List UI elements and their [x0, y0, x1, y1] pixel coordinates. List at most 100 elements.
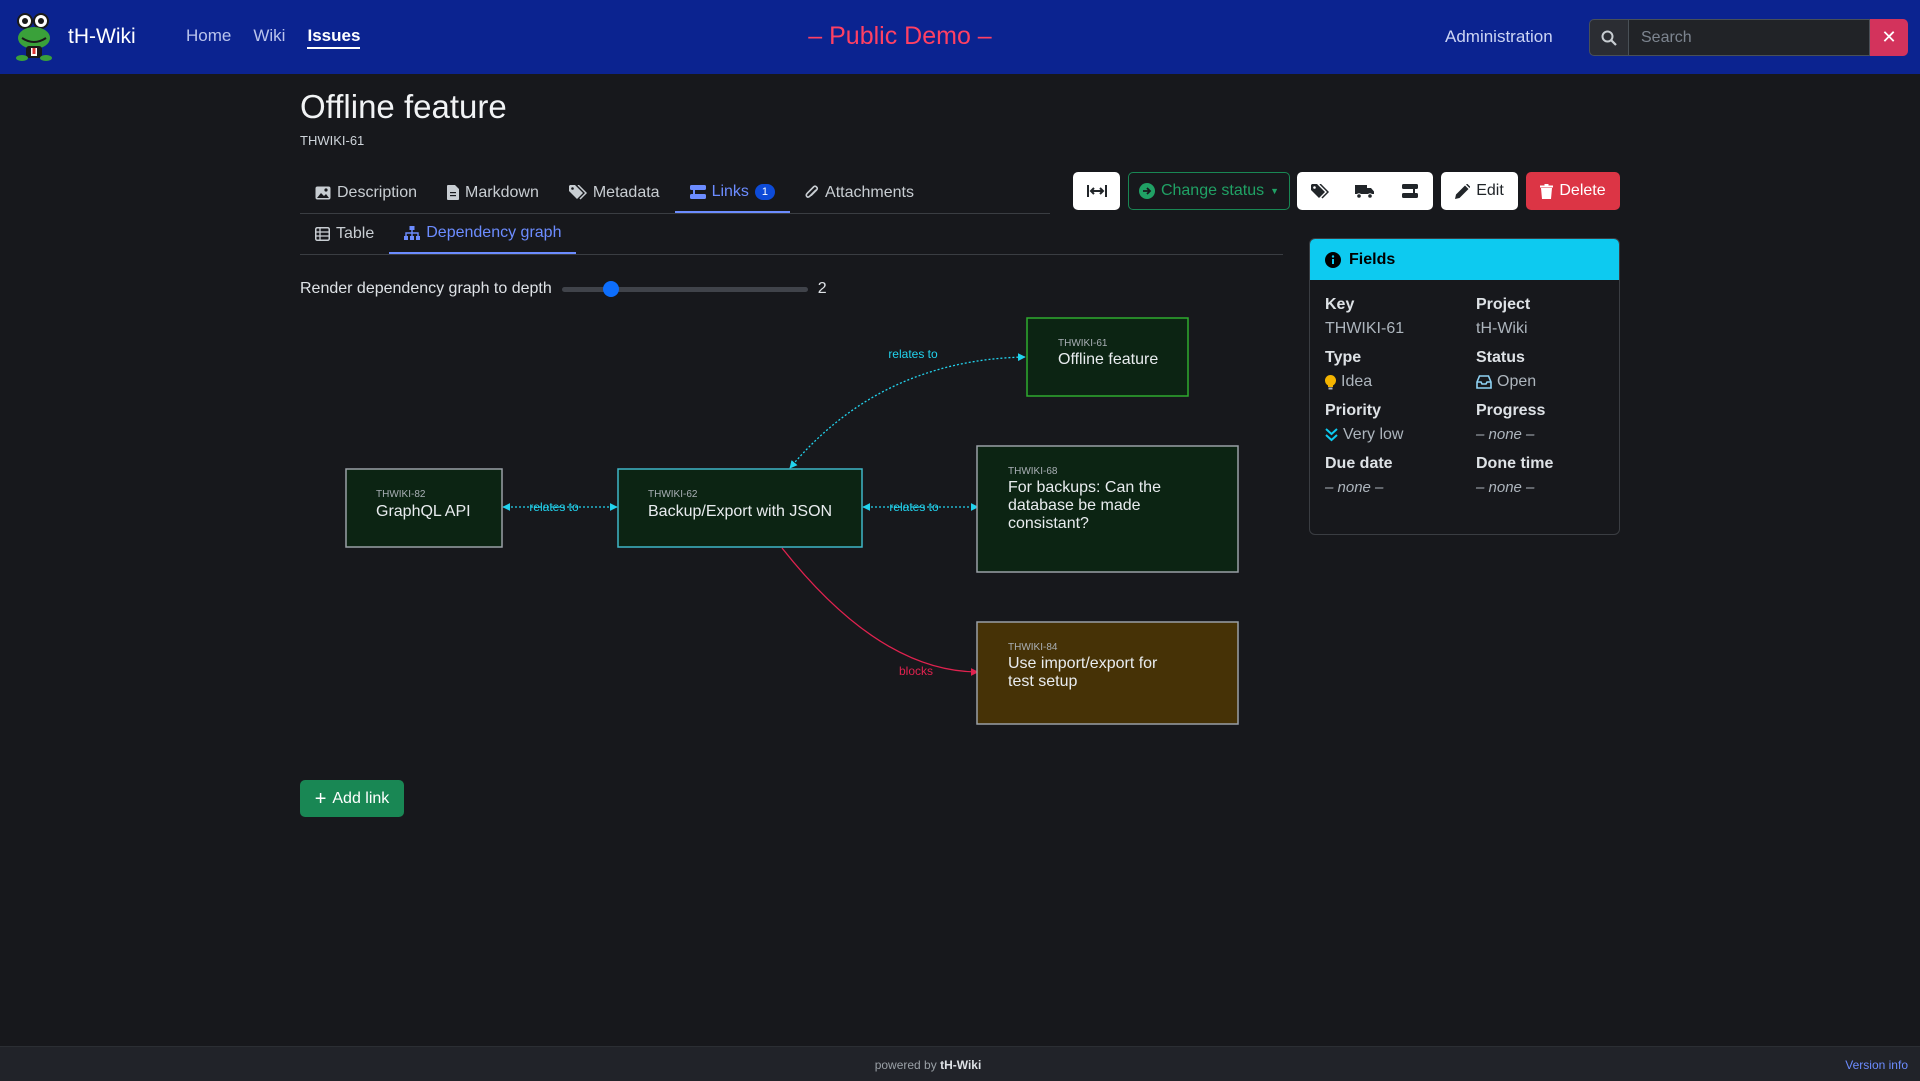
field-label: Project: [1476, 296, 1531, 313]
image-icon: [315, 186, 331, 199]
issue-key: THWIKI-61: [300, 133, 365, 148]
tab-links[interactable]: Links 1: [674, 172, 791, 213]
fields-header: Fields: [1310, 239, 1619, 280]
graph-edge: relates to: [862, 500, 979, 514]
add-link-button[interactable]: + Add link: [300, 780, 404, 817]
move-issue-button[interactable]: [1342, 172, 1387, 210]
add-link-toolbar-button[interactable]: [1388, 172, 1433, 210]
node-key: THWIKI-61: [1058, 338, 1108, 349]
fields-title: Fields: [1349, 250, 1396, 268]
field-label: Status: [1476, 349, 1525, 366]
tab-metadata-label: Metadata: [592, 183, 660, 201]
nav-administration[interactable]: Administration: [1445, 27, 1553, 47]
table-icon: [315, 226, 330, 241]
arrow-circle-right-icon: [1138, 183, 1155, 199]
tab-metadata[interactable]: Metadata: [554, 172, 675, 213]
field-value: Idea: [1325, 373, 1476, 391]
change-status-label: Change status: [1160, 182, 1265, 199]
dependency-graph: relates to relates to relates to blocks …: [345, 317, 1239, 725]
tags-icon: [568, 185, 587, 200]
pencil-icon: [1455, 183, 1471, 199]
field-due-date: Due date – none –: [1325, 455, 1476, 496]
depth-value: 2: [817, 280, 827, 297]
paperclip-icon: [805, 185, 819, 198]
change-status-button[interactable]: Change status ▼: [1128, 172, 1290, 210]
links-subtabs: Table Dependency graph: [300, 213, 1283, 255]
node-title: Backup/Export with JSON: [648, 503, 832, 520]
graph-node-thwiki-62[interactable]: THWIKI-62 Backup/Export with JSON: [617, 468, 863, 548]
add-link-label: Add link: [332, 789, 390, 807]
node-key: THWIKI-68: [1008, 466, 1058, 477]
field-value: tH-Wiki: [1476, 320, 1528, 337]
type-value: Idea: [1341, 373, 1373, 390]
tab-attachments[interactable]: Attachments: [790, 172, 929, 213]
depth-slider[interactable]: [561, 279, 808, 299]
field-label: Priority: [1325, 402, 1382, 419]
field-type: Type Idea: [1325, 349, 1476, 391]
status-value: Open: [1497, 373, 1537, 390]
tab-links-label: Links: [711, 182, 749, 200]
delete-label: Delete: [1559, 182, 1606, 199]
page-title: Offline feature: [300, 88, 507, 125]
powered-by-brand[interactable]: tH-Wiki: [940, 1058, 981, 1072]
fullwidth-toggle-button[interactable]: [1073, 172, 1120, 210]
navbar: tH-Wiki Home Wiki Issues – Public Demo –…: [0, 0, 1920, 74]
tab-markdown-label: Markdown: [465, 183, 539, 201]
arrows-left-right-icon: [1086, 185, 1107, 197]
edge-label: relates to: [888, 347, 938, 361]
tab-attachments-label: Attachments: [825, 183, 914, 201]
edge-label: relates to: [889, 500, 939, 514]
node-key: THWIKI-82: [376, 489, 426, 500]
subtab-graph-label: Dependency graph: [426, 223, 562, 241]
subtab-table[interactable]: Table: [300, 213, 389, 254]
graph-node-thwiki-61[interactable]: THWIKI-61 Offline feature: [1026, 317, 1189, 397]
delete-button[interactable]: Delete: [1526, 172, 1620, 210]
tags-button[interactable]: [1297, 172, 1342, 210]
links-icon: [689, 184, 706, 199]
file-icon: [447, 185, 460, 200]
tab-markdown[interactable]: Markdown: [432, 172, 554, 213]
depth-label: Render dependency graph to depth: [300, 280, 552, 297]
graph-edge: blocks: [781, 547, 979, 678]
field-value: THWIKI-61: [1325, 320, 1405, 337]
depth-slider-thumb[interactable]: [603, 281, 620, 297]
search-button[interactable]: [1589, 19, 1629, 56]
links-count-badge: 1: [754, 183, 776, 200]
node-title: Offline feature: [1058, 351, 1158, 368]
field-label: Done time: [1476, 455, 1554, 472]
search-icon: [1601, 30, 1617, 46]
priority-value: Very low: [1343, 426, 1404, 443]
field-key: Key THWIKI-61: [1325, 296, 1476, 338]
tab-description-label: Description: [337, 183, 418, 201]
field-value: – none –: [1476, 479, 1535, 496]
field-label: Progress: [1476, 402, 1546, 419]
version-info-link[interactable]: Version info: [1845, 1058, 1908, 1072]
depth-control: Render dependency graph to depth 2: [300, 279, 827, 299]
field-label: Type: [1325, 349, 1362, 366]
field-value: – none –: [1476, 426, 1535, 443]
edit-button[interactable]: Edit: [1441, 172, 1518, 210]
tab-description[interactable]: Description: [300, 172, 432, 213]
sitemap-icon: [404, 225, 421, 240]
lightbulb-icon: [1325, 374, 1336, 389]
fields-grid: Key THWIKI-61 Project tH-Wiki Type Idea …: [1310, 280, 1619, 496]
field-value: Open: [1476, 373, 1619, 391]
issue-action-group: [1297, 172, 1433, 210]
field-priority: Priority Very low: [1325, 402, 1476, 444]
graph-node-thwiki-82[interactable]: THWIKI-82 GraphQL API: [345, 468, 503, 548]
graph-node-thwiki-68[interactable]: THWIKI-68 For backups: Can the database b…: [976, 445, 1239, 573]
node-key: THWIKI-62: [648, 489, 698, 500]
powered-by: powered by tH-Wiki: [0, 1058, 1856, 1072]
tags-icon: [1310, 183, 1329, 199]
search-input[interactable]: [1629, 19, 1870, 56]
subtab-table-label: Table: [336, 224, 375, 242]
field-project: Project tH-Wiki: [1476, 296, 1619, 338]
node-title: GraphQL API: [376, 503, 471, 520]
plus-icon: +: [314, 787, 327, 810]
graph-node-thwiki-84[interactable]: THWIKI-84 Use import/export for test setu…: [976, 621, 1239, 725]
truck-icon: [1354, 184, 1374, 199]
clear-search-button[interactable]: ✕: [1870, 19, 1908, 56]
caret-down-icon: ▼: [1270, 186, 1280, 196]
subtab-dependency-graph[interactable]: Dependency graph: [389, 213, 577, 254]
depth-slider-track: [561, 287, 808, 292]
